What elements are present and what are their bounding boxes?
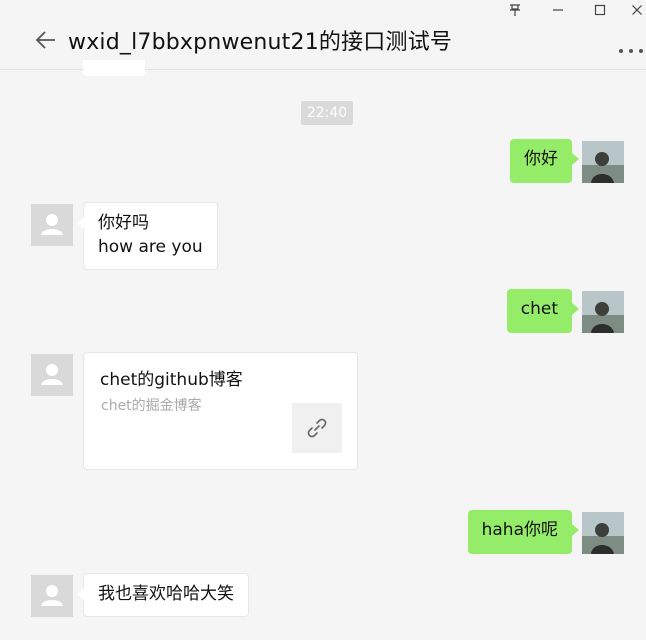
my-avatar[interactable] <box>582 512 624 554</box>
link-card-title: chet的github博客 <box>100 370 243 390</box>
close-button[interactable] <box>622 0 646 20</box>
previous-message-bubble <box>83 60 145 76</box>
contact-avatar[interactable] <box>31 204 73 246</box>
contact-avatar[interactable] <box>31 354 73 396</box>
my-avatar[interactable] <box>582 291 624 333</box>
my-avatar[interactable] <box>582 141 624 183</box>
message-text: chet <box>520 299 558 319</box>
link-card-message[interactable]: chet的github博客 chet的掘金博客 <box>83 352 358 470</box>
more-dots-icon <box>619 49 643 53</box>
message-bubble-sent[interactable]: chet <box>506 289 580 333</box>
minimize-button[interactable] <box>543 0 573 20</box>
chat-title: wxid_l7bbxpnwenut21的接口测试号 <box>68 30 453 55</box>
more-button[interactable] <box>618 40 644 53</box>
close-icon <box>632 5 642 15</box>
arrow-left-icon <box>35 31 55 49</box>
maximize-icon <box>594 4 606 16</box>
pin-button[interactable] <box>500 0 530 20</box>
message-text: how are you <box>98 237 203 257</box>
message-text: 你好吗 <box>98 213 149 233</box>
link-card-thumbnail <box>292 403 342 453</box>
message-bubble-received[interactable]: 我也喜欢哈哈大笑 <box>77 573 249 617</box>
link-card-description: chet的掘金博客 <box>101 398 202 414</box>
pin-icon <box>510 4 520 16</box>
message-timestamp: 22:40 <box>301 101 353 125</box>
link-icon <box>307 418 327 438</box>
user-placeholder-icon <box>41 214 63 235</box>
message-bubble-sent[interactable]: 你好 <box>510 139 579 183</box>
contact-avatar[interactable] <box>31 575 73 617</box>
back-button[interactable] <box>34 28 58 52</box>
message-text: 你好 <box>524 149 558 169</box>
maximize-button[interactable] <box>585 0 615 20</box>
message-text: haha你呢 <box>481 520 558 540</box>
message-bubble-received[interactable]: 你好吗 how are you <box>77 202 218 270</box>
message-text: 我也喜欢哈哈大笑 <box>98 584 234 604</box>
minimize-icon <box>553 9 563 11</box>
message-bubble-sent[interactable]: haha你呢 <box>467 510 580 554</box>
user-placeholder-icon <box>41 585 63 606</box>
user-placeholder-icon <box>41 364 63 385</box>
